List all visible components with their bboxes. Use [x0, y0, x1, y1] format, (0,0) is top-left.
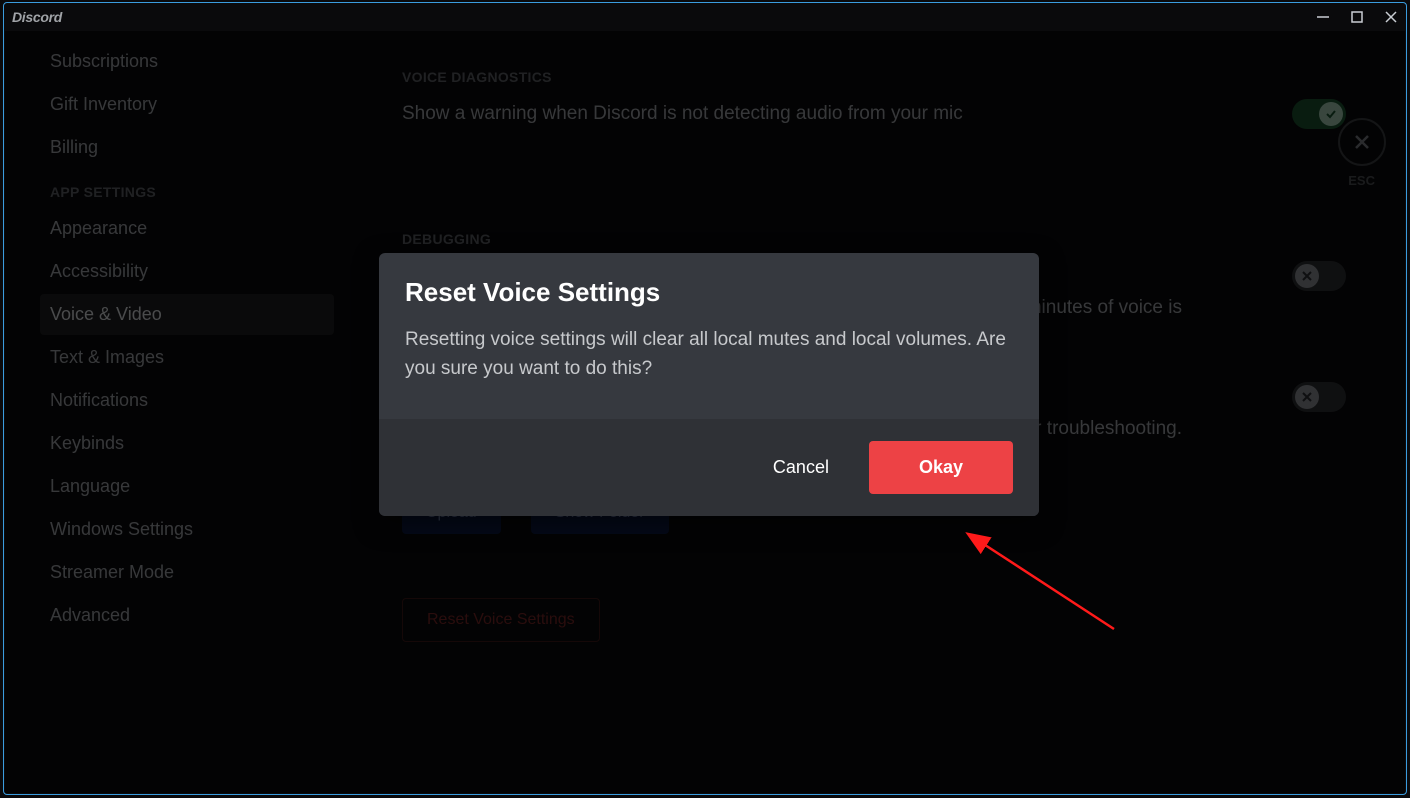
app-title: Discord	[12, 9, 62, 25]
okay-button[interactable]: Okay	[869, 441, 1013, 494]
minimize-icon[interactable]	[1316, 10, 1330, 24]
cancel-button[interactable]: Cancel	[773, 457, 829, 478]
maximize-icon[interactable]	[1350, 10, 1364, 24]
titlebar: Discord	[4, 3, 1406, 31]
reset-voice-modal: Reset Voice Settings Resetting voice set…	[379, 253, 1039, 516]
close-icon[interactable]	[1384, 10, 1398, 24]
modal-body-text: Resetting voice settings will clear all …	[405, 326, 1013, 383]
modal-title: Reset Voice Settings	[405, 277, 1013, 308]
